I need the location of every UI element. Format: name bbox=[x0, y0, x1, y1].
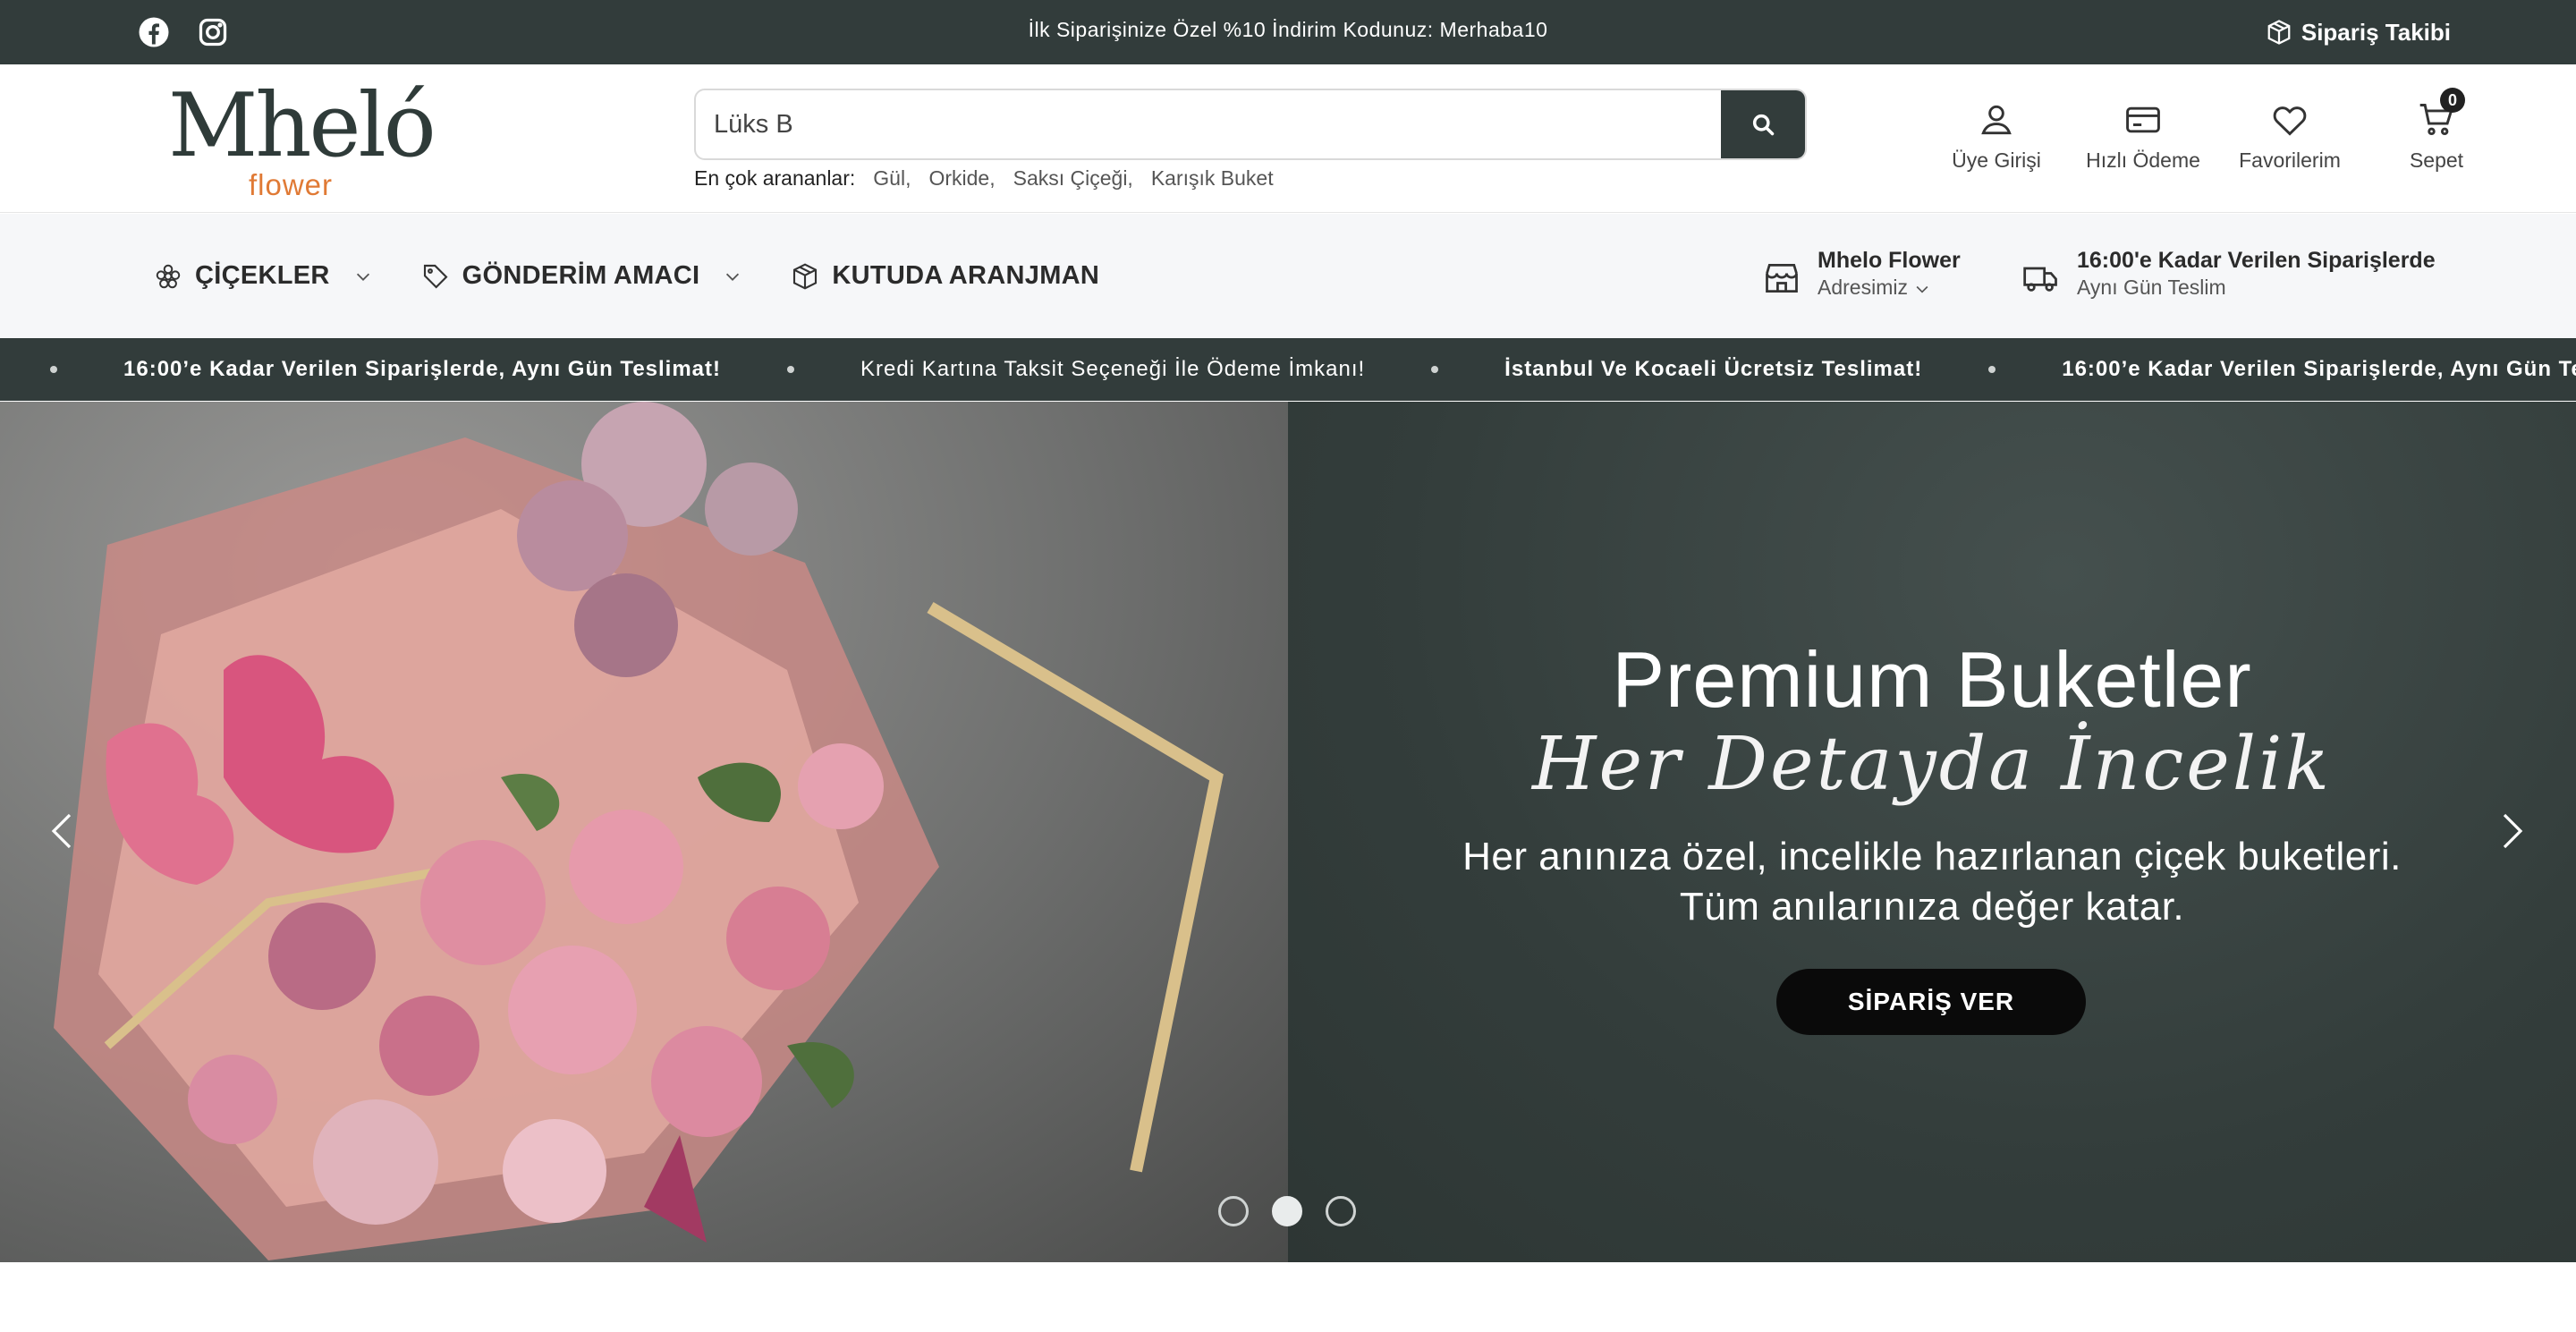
popular-search-link[interactable]: Gül, bbox=[873, 166, 911, 191]
logo[interactable]: Mheló flower bbox=[168, 82, 436, 199]
nav-item-occasion[interactable]: GÖNDERİM AMACI bbox=[421, 261, 743, 291]
credit-card-icon bbox=[2126, 106, 2160, 133]
popular-searches-label: En çok arananlar: bbox=[694, 166, 856, 190]
nav-item-label: GÖNDERİM AMACI bbox=[462, 261, 700, 290]
hero-description-line2: Tüm anılarınıza değer katar. bbox=[1679, 885, 2185, 929]
hero-title: Premium Buketler bbox=[1612, 635, 2252, 724]
announcement-text: İstanbul Ve Kocaeli Ücretsiz Teslimat! bbox=[1504, 357, 1923, 381]
announcement-marquee: 16:00’e Kadar Verilen Siparişlerde, Aynı… bbox=[0, 338, 2576, 401]
slider-prev-button[interactable] bbox=[36, 795, 89, 867]
favorites-button[interactable]: Favorilerim bbox=[2216, 100, 2363, 173]
login-label: Üye Girişi bbox=[1952, 148, 2041, 172]
bouquet-image bbox=[0, 402, 1288, 1262]
header-actions: Üye Girişi Hızlı Ödeme Favorilerim 0 Sep… bbox=[1923, 88, 2510, 173]
user-icon bbox=[1981, 105, 2012, 135]
order-tracking-label: Sipariş Takibi bbox=[2301, 18, 2451, 46]
nav-menu: ÇİÇEKLER GÖNDERİM AMACI KUTUDA ARANJMAN bbox=[154, 214, 1099, 338]
announcement-text: 16:00’e Kadar Verilen Siparişlerde, Aynı… bbox=[2062, 357, 2576, 381]
chevron-left-icon bbox=[51, 813, 72, 849]
cart-count-badge: 0 bbox=[2440, 88, 2465, 113]
hero-description-line1: Her anınıza özel, incelikle hazırlanan ç… bbox=[1462, 835, 2402, 878]
quick-checkout-label: Hızlı Ödeme bbox=[2086, 148, 2200, 172]
nav-item-flowers[interactable]: ÇİÇEKLER bbox=[154, 261, 373, 291]
truck-icon bbox=[2023, 267, 2057, 292]
popular-search-link[interactable]: Saksı Çiçeği, bbox=[1013, 166, 1133, 191]
separator-dot bbox=[1431, 366, 1439, 373]
box-icon bbox=[793, 262, 818, 290]
hero-script-title: Her Detayda İncelik bbox=[1532, 722, 2332, 807]
store-icon bbox=[1766, 263, 1798, 293]
heart-icon bbox=[2273, 106, 2307, 136]
logo-tagline: flower bbox=[249, 168, 334, 201]
nav-item-box-arrangement[interactable]: KUTUDA ARANJMAN bbox=[791, 261, 1099, 291]
search-input[interactable] bbox=[696, 90, 1724, 158]
slide-dot-3[interactable] bbox=[1326, 1196, 1356, 1226]
chevron-down-icon bbox=[726, 273, 740, 281]
nav-item-label: ÇİÇEKLER bbox=[195, 261, 330, 290]
hero-text-panel bbox=[1288, 402, 2576, 1262]
cart-button[interactable]: 0 Sepet bbox=[2363, 88, 2510, 173]
nav-item-label: KUTUDA ARANJMAN bbox=[832, 261, 1100, 290]
top-bar: İlk Siparişinize Özel %10 İndirim Kodunu… bbox=[0, 0, 2576, 64]
separator-dot bbox=[787, 366, 795, 373]
header: Mheló flower En çok arananlar: Gül, Orki… bbox=[0, 64, 2576, 213]
delivery-title: 16:00'e Kadar Verilen Siparişlerde bbox=[2077, 248, 2436, 273]
slide-dot-1[interactable] bbox=[1218, 1196, 1249, 1226]
hero-slider: Premium Buketler Her Detayda İncelik Her… bbox=[0, 402, 2576, 1262]
favorites-label: Favorilerim bbox=[2239, 148, 2341, 172]
flower-icon bbox=[156, 264, 181, 288]
chevron-down-icon bbox=[1916, 285, 1928, 293]
announcement-text: 16:00’e Kadar Verilen Siparişlerde, Aynı… bbox=[123, 357, 722, 381]
search-box bbox=[694, 89, 1807, 160]
popular-searches: En çok arananlar: Gül, Orkide, Saksı Çiç… bbox=[694, 166, 1274, 191]
store-address[interactable]: Mhelo Flower Adresimiz bbox=[1762, 248, 1961, 300]
box-icon bbox=[2267, 20, 2291, 45]
separator-dot bbox=[50, 366, 57, 373]
cart-label: Sepet bbox=[2409, 148, 2464, 172]
same-day-delivery-info: 16:00'e Kadar Verilen Siparişlerde Aynı … bbox=[2021, 248, 2436, 300]
search-button[interactable] bbox=[1721, 90, 1805, 158]
slider-next-button[interactable] bbox=[2485, 795, 2538, 867]
order-now-button[interactable]: SİPARİŞ VER bbox=[1776, 969, 2086, 1035]
tag-icon bbox=[423, 264, 448, 289]
store-address-label: Adresimiz bbox=[1818, 276, 1961, 300]
order-tracking-link[interactable]: Sipariş Takibi bbox=[2266, 0, 2451, 64]
separator-dot bbox=[1988, 366, 1996, 373]
main-nav: ÇİÇEKLER GÖNDERİM AMACI KUTUDA ARANJMAN … bbox=[0, 214, 2576, 338]
popular-search-link[interactable]: Karışık Buket bbox=[1151, 166, 1274, 191]
chevron-down-icon bbox=[356, 273, 369, 281]
logo-wordmark: Mheló bbox=[168, 75, 436, 177]
quick-checkout-button[interactable]: Hızlı Ödeme bbox=[2070, 100, 2216, 173]
login-button[interactable]: Üye Girişi bbox=[1923, 100, 2070, 173]
popular-search-link[interactable]: Orkide, bbox=[928, 166, 995, 191]
slide-dot-2[interactable] bbox=[1272, 1196, 1302, 1226]
store-name: Mhelo Flower bbox=[1818, 248, 1961, 273]
search-icon bbox=[1752, 114, 1775, 136]
promo-text: İlk Siparişinize Özel %10 İndirim Kodunu… bbox=[1028, 18, 1548, 41]
announcement-text: Kredi Kartına Taksit Seçeneği İle Ödeme … bbox=[860, 357, 1366, 381]
store-address-text: Adresimiz bbox=[1818, 276, 1908, 299]
delivery-subtitle: Aynı Gün Teslim bbox=[2077, 276, 2226, 299]
slider-pagination bbox=[1218, 1196, 1356, 1226]
chevron-right-icon bbox=[2503, 813, 2523, 849]
